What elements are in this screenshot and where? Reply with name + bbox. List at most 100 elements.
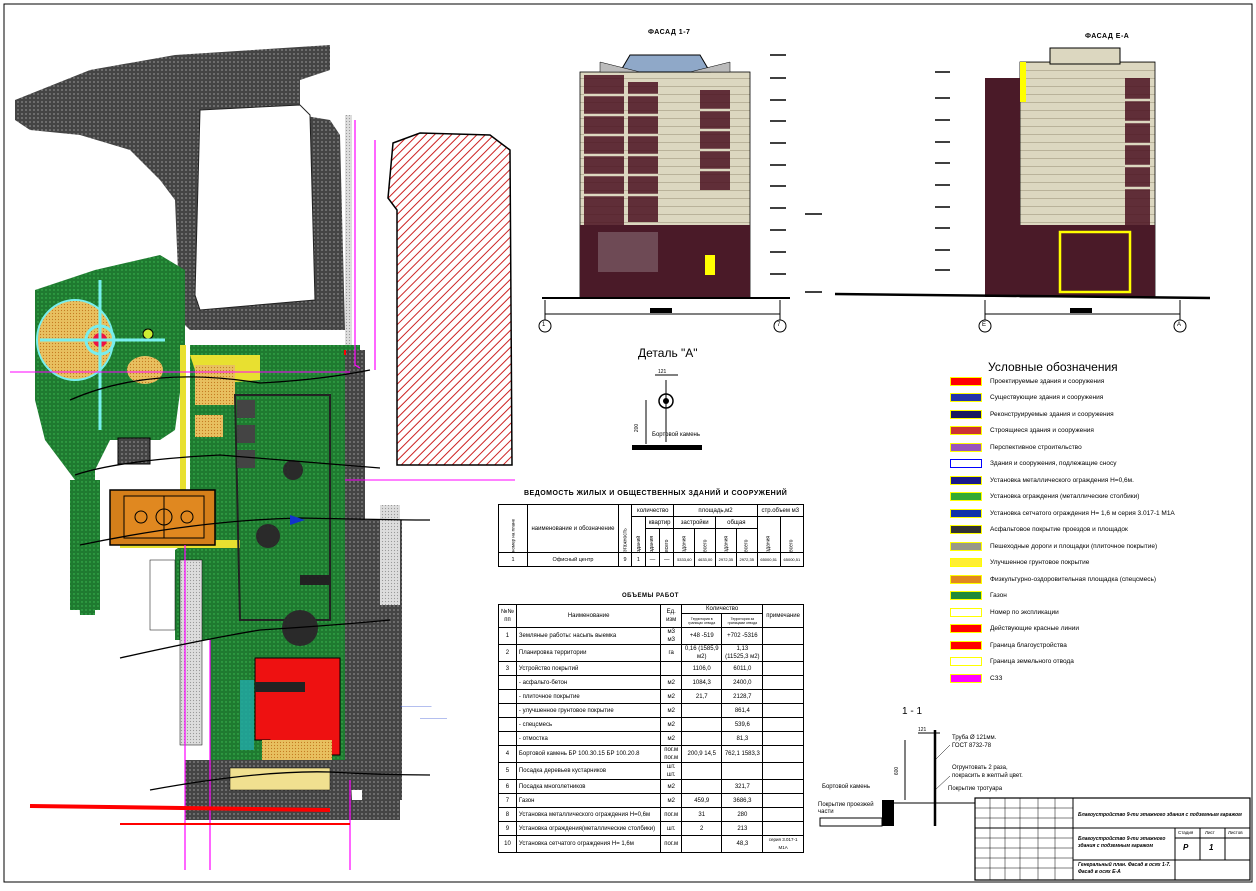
table-cell [681, 717, 723, 732]
table-cell: 21,7 [681, 689, 723, 704]
table-cell: 280 [721, 807, 764, 822]
legend-swatch [950, 409, 982, 419]
col-header: здания [673, 528, 695, 553]
table-cell: 1 [498, 627, 517, 645]
legend-swatch [950, 574, 982, 584]
table-row: 1 Земляные работы: насыпь выемка м3 м3 +48 … [498, 627, 804, 645]
table-cell: шт. [660, 821, 683, 836]
stamp-sheet-number: 1 [1209, 843, 1214, 852]
legend-item: Физкультурно-оздоровительная площадка (с… [950, 571, 1156, 587]
legend-label: Физкультурно-оздоровительная площадка (с… [990, 575, 1157, 583]
table-row: - спецсмесь м2 539,6 [498, 717, 804, 732]
table-row: - асфальто-бетон м2 1084,3 2400,0 [498, 675, 804, 690]
works-table: №№ пп Наименование Ед. изм Количество пр… [498, 604, 804, 853]
table-cell: Установка ограждения(металлические столб… [515, 821, 662, 836]
legend-item: Установка ограждения (металлические стол… [950, 489, 1139, 505]
col-header: всего [694, 528, 716, 553]
legend-swatch [950, 607, 982, 617]
table-cell [721, 762, 764, 780]
table-cell: м2 [660, 793, 683, 808]
legend-swatch [950, 492, 982, 501]
table-cell: — [644, 552, 661, 567]
table-cell: Офисный центр [527, 552, 619, 567]
table-cell: 9 [498, 821, 517, 836]
col-header: номер на плане [498, 504, 528, 553]
legend-label: Улучшенное грунтовое покрытие [990, 559, 1090, 566]
table-cell: 1106,0 [681, 661, 723, 676]
table-cell [762, 807, 804, 822]
legend-swatch [950, 624, 982, 633]
table-cell [681, 779, 723, 794]
legend-title: Условные обозначения [988, 360, 1118, 374]
legend-item: Строящиеся здания и сооружения [950, 423, 1094, 439]
legend-item: Асфальтовое покрытие проездов и площадок [950, 522, 1128, 538]
stamp-stage: Р [1183, 843, 1189, 852]
table-cell [498, 703, 517, 718]
table-cell: - отмостка [515, 731, 662, 746]
table-cell [762, 661, 804, 676]
table-cell: 1084,3 [681, 675, 723, 690]
legend-item: Здания и сооружения, подлежащие сносу [950, 456, 1117, 472]
axis-label: Е [982, 322, 987, 328]
col-header: всего [659, 528, 674, 553]
table-cell: м3 м3 [660, 627, 683, 645]
drawing-sheet: ——————— —————— ФАСАД 1-7 ФАСАД Е-А 1 7 Е… [0, 0, 1256, 886]
table-cell: 5 [498, 762, 517, 780]
table-cell: 2972,35 [715, 552, 737, 567]
table-cell: м2 [660, 779, 683, 794]
table-cell: м2 [660, 703, 683, 718]
table-cell [762, 779, 804, 794]
table-cell: - спецсмесь [515, 717, 662, 732]
detail-a [632, 374, 702, 450]
table-cell: 1,13 (11525,3 м2) [721, 644, 764, 662]
axis-label: 7 [777, 322, 781, 328]
table-row: 6 Посадка многолетников м2 321,7 [498, 779, 804, 794]
legend-item: Пешеходные дороги и площадки (плиточное … [950, 538, 1157, 554]
section-road-note: Покрытие проезжей части [818, 802, 874, 815]
table-cell: 0,16 (1585,9 м2) [681, 644, 723, 662]
table-row: 9 Установка ограждения(металлические стол… [498, 821, 804, 836]
col-header: застройки [673, 516, 717, 529]
table-cell: шт. шт. [660, 762, 683, 780]
table-cell: Установка металлического ограждения Н=0,… [515, 807, 662, 822]
table-cell: 2128,7 [721, 689, 764, 704]
table-row: 10 Установка сетчатого ограждения Н= 1,6м… [498, 835, 804, 853]
table-row: 8 Установка металлического ограждения Н=0… [498, 807, 804, 822]
table-cell [762, 731, 804, 746]
col-header: №№ пп [498, 604, 517, 628]
table-cell: Планировка территории [515, 644, 662, 662]
buildings-table-title: ВЕДОМОСТЬ ЖИЛЫХ И ОБЩЕСТВЕННЫХ ЗДАНИЙ И … [524, 490, 788, 497]
table-cell: 2400,0 [721, 675, 764, 690]
legend-label: Реконструируемые здания и сооружения [990, 410, 1114, 418]
col-header: количество [630, 504, 675, 517]
table-cell: 8 [498, 807, 517, 822]
table-cell: м2 [660, 689, 683, 704]
col-header: этажность [618, 504, 632, 553]
legend-item: Существующие здания и сооружения [950, 390, 1103, 406]
legend-swatch [950, 525, 982, 534]
works-table-title: ОБЪЕМЫ РАБОТ [622, 593, 679, 599]
col-header: Ед. изм [660, 604, 683, 628]
col-header: наименование и обозначение [527, 504, 619, 553]
table-cell [762, 689, 804, 704]
table-cell: Устройство покрытий [515, 661, 662, 676]
legend-swatch [950, 376, 982, 386]
legend-item: Реконструируемые здания и сооружения [950, 406, 1114, 422]
legend-swatch [950, 558, 982, 567]
col-header: квартир [644, 516, 675, 529]
table-cell [498, 717, 517, 732]
table-cell [762, 821, 804, 836]
table-cell [762, 675, 804, 690]
table-cell: - улучшенное грунтовое покрытие [515, 703, 662, 718]
col-header: Количество [681, 604, 764, 614]
buildings-table: номер на плане наименование и обозначени… [498, 504, 805, 567]
legend-swatch [950, 442, 982, 452]
table-cell [498, 675, 517, 690]
table-row: 1 Офисный центр 9 1— —5333,60 4633,00 2972,35 2… [498, 552, 805, 567]
stamp-sheet-header: Лист [1205, 830, 1215, 835]
table-cell: га [660, 644, 683, 662]
table-cell [681, 835, 723, 853]
table-cell: 861,4 [721, 703, 764, 718]
table-cell: м2 [660, 675, 683, 690]
table-cell: м2 [660, 717, 683, 732]
